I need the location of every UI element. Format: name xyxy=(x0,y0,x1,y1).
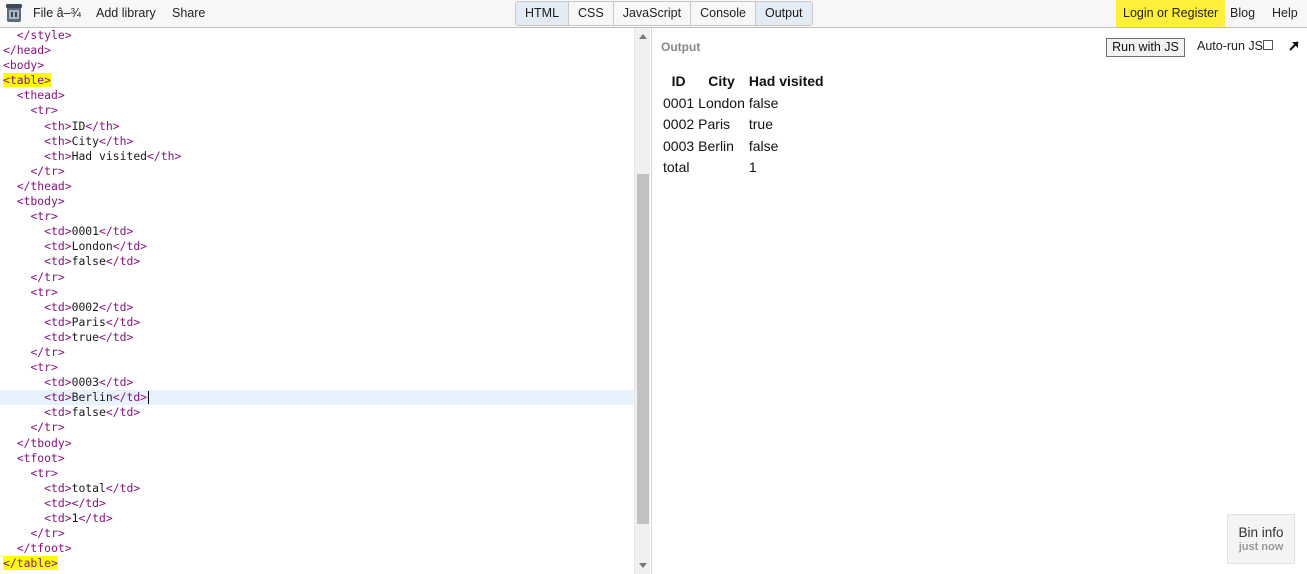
output-label: Output xyxy=(661,40,701,54)
tab-css[interactable]: CSS xyxy=(569,2,614,25)
tab-html[interactable]: HTML xyxy=(516,2,570,25)
tab-javascript[interactable]: JavaScript xyxy=(613,2,692,25)
code-line[interactable]: <th>Had visited</th> xyxy=(0,149,634,164)
popout-arrow-icon[interactable] xyxy=(1287,39,1301,53)
header-cell: Had visited xyxy=(748,72,824,89)
code-line[interactable]: <body> xyxy=(0,58,634,73)
add-library-menu[interactable]: Add library xyxy=(96,0,156,27)
table-cell: true xyxy=(748,116,773,133)
code-line[interactable]: </tfoot> xyxy=(0,541,634,556)
output-panel: Output Run with JS Auto-run JS ID City H… xyxy=(651,28,1307,574)
footer-cell: 1 xyxy=(748,159,757,176)
top-bar: File â–¾ Add library Share HTML CSS JavaSc… xyxy=(0,0,1307,28)
bin-info-title: Bin info xyxy=(1238,525,1284,540)
code-line[interactable]: <thead> xyxy=(0,88,634,103)
code-line[interactable]: <td>true</td> xyxy=(0,330,634,345)
code-line[interactable]: <tr> xyxy=(0,103,634,118)
html-editor-panel[interactable]: </style> </head> <body> <table> <thead> <tr… xyxy=(0,28,650,574)
footer-cell: total xyxy=(663,159,690,176)
table-cell: 0003 xyxy=(663,137,695,154)
scroll-up-arrow-icon[interactable] xyxy=(639,34,647,39)
code-line[interactable]: <td>false</td> xyxy=(0,254,634,269)
text-cursor xyxy=(148,391,150,405)
tab-output[interactable]: Output xyxy=(755,2,812,25)
table-row: 0003 Berlin false xyxy=(662,136,825,156)
table-cell: Paris xyxy=(698,116,731,133)
code-line[interactable]: </table> xyxy=(0,556,634,571)
table-cell: false xyxy=(748,137,779,154)
code-line[interactable]: <tfoot> xyxy=(0,451,634,466)
table-row: 0002 Paris true xyxy=(662,115,825,135)
code-line[interactable]: <td>0001</td> xyxy=(0,224,634,239)
code-line[interactable]: <td>0002</td> xyxy=(0,300,634,315)
code-line[interactable]: <th>City</th> xyxy=(0,134,634,149)
code-line[interactable]: <table> xyxy=(0,73,634,88)
help-link[interactable]: Help xyxy=(1272,0,1298,27)
code-line[interactable]: <tr> xyxy=(0,466,634,481)
code-line[interactable]: </tr> xyxy=(0,270,634,285)
code-line[interactable]: <td></td> xyxy=(0,496,634,511)
code-line[interactable]: <tr> xyxy=(0,360,634,375)
header-cell: ID xyxy=(671,72,686,89)
table-cell: 0001 xyxy=(663,94,695,111)
scroll-thumb[interactable] xyxy=(637,174,649,524)
code-editor[interactable]: </style> </head> <body> <table> <thead> <tr… xyxy=(0,28,634,571)
code-line[interactable]: <td>1</td> xyxy=(0,511,634,526)
code-line[interactable]: <td>false</td> xyxy=(0,405,634,420)
code-line[interactable]: <td>Paris</td> xyxy=(0,315,634,330)
autorun-checkbox[interactable] xyxy=(1263,40,1273,50)
code-line[interactable]: </tr> xyxy=(0,526,634,541)
footer-cell xyxy=(697,158,746,178)
code-line[interactable]: <th>ID</th> xyxy=(0,119,634,134)
code-line[interactable]: </tr> xyxy=(0,164,634,179)
scroll-down-arrow-icon[interactable] xyxy=(639,563,647,568)
table-cell: Berlin xyxy=(698,137,734,154)
code-line[interactable]: <td>London</td> xyxy=(0,239,634,254)
bin-info-timestamp: just now xyxy=(1238,541,1284,553)
table-footer-row: total 1 xyxy=(662,158,825,178)
login-register-link[interactable]: Login or Register xyxy=(1116,0,1226,27)
blog-link[interactable]: Blog xyxy=(1230,0,1255,27)
code-line[interactable]: <td>total</td> xyxy=(0,481,634,496)
code-line[interactable]: <td>Berlin</td> xyxy=(0,390,634,406)
code-line[interactable]: <td>0003</td> xyxy=(0,375,634,390)
table-cell: 0002 xyxy=(663,116,695,133)
code-line[interactable]: </thead> xyxy=(0,179,634,194)
table-cell: London xyxy=(698,94,745,111)
share-menu[interactable]: Share xyxy=(172,0,205,27)
code-line[interactable]: </tbody> xyxy=(0,436,634,451)
table-row: 0001 London false xyxy=(662,93,825,113)
code-line[interactable]: </tr> xyxy=(0,420,634,435)
autorun-label: Auto-run JS xyxy=(1197,39,1264,53)
file-menu[interactable]: File â–¾ xyxy=(33,0,81,27)
code-line[interactable]: </style> xyxy=(0,28,634,43)
code-line[interactable]: <tr> xyxy=(0,285,634,300)
code-line[interactable]: <tr> xyxy=(0,209,634,224)
code-line[interactable]: </tr> xyxy=(0,345,634,360)
run-with-js-button[interactable]: Run with JS xyxy=(1106,38,1185,57)
table-cell: false xyxy=(748,94,779,111)
jsbin-logo-icon[interactable] xyxy=(4,3,24,25)
bin-info-button[interactable]: Bin info just now xyxy=(1227,514,1295,564)
table-header-row: ID City Had visited xyxy=(662,70,825,91)
code-line[interactable]: <tbody> xyxy=(0,194,634,209)
panel-tabs: HTML CSS JavaScript Console Output xyxy=(515,1,813,26)
header-cell: City xyxy=(708,72,735,89)
code-line[interactable]: </head> xyxy=(0,43,634,58)
editor-scrollbar[interactable] xyxy=(634,28,650,574)
tab-console[interactable]: Console xyxy=(691,2,756,25)
result-table: ID City Had visited 0001 London false 00… xyxy=(660,68,827,179)
